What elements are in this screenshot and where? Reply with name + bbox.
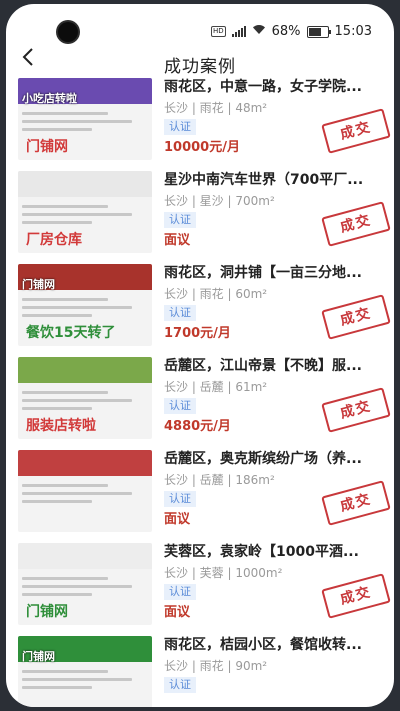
thumbnail-text-line — [22, 577, 108, 580]
thumbnail-text-line — [22, 399, 132, 402]
case-info: 雨花区，桔园小区，餐馆收转... 长沙 | 雨花 | 90m² 认证 — [164, 636, 388, 698]
case-title: 雨花区，中意一路，女子学院... — [164, 79, 362, 95]
thumbnail-banner — [18, 543, 152, 569]
case-item[interactable]: 服装店转啦 岳麓区，江山帝景【不晚】服... 长沙 | 岳麓 | 61m² 认证… — [6, 357, 394, 450]
back-button[interactable] — [18, 46, 42, 70]
verified-badge: 认证 — [164, 212, 196, 228]
case-item[interactable]: 岳麓区，奥克斯缤纷广场（养... 长沙 | 岳麓 | 186m² 认证 面议 成… — [6, 450, 394, 543]
case-title: 岳麓区，江山帝景【不晚】服... — [164, 358, 362, 374]
thumbnail-text-line — [22, 314, 92, 317]
page-title: 成功案例 — [164, 57, 236, 77]
thumbnail-slogan: 餐饮15天转了 — [26, 325, 116, 341]
thumbnail-text-line — [22, 205, 108, 208]
case-thumbnail — [18, 450, 152, 532]
thumbnail-banner — [18, 357, 152, 383]
thumbnail-banner — [18, 450, 152, 476]
screen: HD 68% 15:03 成功案例 小吃店转啦 门铺网 雨花区，中意一路，女子学… — [6, 4, 394, 707]
thumbnail-caption: 门铺网 — [22, 650, 55, 663]
thumbnail-slogan: 门铺网 — [26, 604, 68, 620]
thumbnail-text-line — [22, 221, 92, 224]
thumbnail-slogan: 门铺网 — [26, 139, 68, 155]
case-title: 岳麓区，奥克斯缤纷广场（养... — [164, 451, 362, 467]
verified-badge: 认证 — [164, 305, 196, 321]
thumbnail-text-line — [22, 128, 92, 131]
thumbnail-slogan: 厂房仓库 — [26, 232, 82, 248]
case-title: 星沙中南汽车世界（700平厂... — [164, 172, 364, 188]
case-thumbnail: 门铺网 — [18, 636, 152, 707]
case-thumbnail: 服装店转啦 — [18, 357, 152, 439]
status-bar: HD 68% 15:03 — [6, 4, 394, 42]
case-thumbnail: 厂房仓库 — [18, 171, 152, 253]
thumbnail-text-line — [22, 120, 132, 123]
nav-bar: 成功案例 — [6, 34, 394, 78]
thumbnail-text-line — [22, 298, 108, 301]
thumbnail-text-line — [22, 484, 108, 487]
thumbnail-text-line — [22, 492, 132, 495]
thumbnail-text-line — [22, 686, 92, 689]
thumbnail-text-line — [22, 585, 132, 588]
case-item[interactable]: 厂房仓库 星沙中南汽车世界（700平厂... 长沙 | 星沙 | 700m² 认… — [6, 171, 394, 264]
thumbnail-text-line — [22, 593, 92, 596]
case-location: 长沙 | 雨花 | 48m² — [164, 101, 268, 115]
case-item[interactable]: 门铺网 芙蓉区，袁家岭【1000平酒... 长沙 | 芙蓉 | 1000m² 认… — [6, 543, 394, 636]
case-location: 长沙 | 雨花 | 60m² — [164, 287, 268, 301]
verified-badge: 认证 — [164, 491, 196, 507]
case-location: 长沙 | 岳麓 | 186m² — [164, 473, 275, 487]
thumbnail-text-line — [22, 407, 92, 410]
case-location: 长沙 | 雨花 | 90m² — [164, 659, 268, 673]
case-list[interactable]: 小吃店转啦 门铺网 雨花区，中意一路，女子学院... 长沙 | 雨花 | 48m… — [6, 78, 394, 707]
case-location: 长沙 | 岳麓 | 61m² — [164, 380, 268, 394]
case-thumbnail: 门铺网 餐饮15天转了 — [18, 264, 152, 346]
thumbnail-text-line — [22, 213, 132, 216]
case-thumbnail: 小吃店转啦 门铺网 — [18, 78, 152, 160]
verified-badge: 认证 — [164, 584, 196, 600]
thumbnail-text-line — [22, 306, 132, 309]
thumbnail-text-line — [22, 391, 108, 394]
case-item[interactable]: 门铺网 餐饮15天转了 雨花区，洞井铺【一亩三分地... 长沙 | 雨花 | 6… — [6, 264, 394, 357]
case-location: 长沙 | 芙蓉 | 1000m² — [164, 566, 283, 580]
case-location: 长沙 | 星沙 | 700m² — [164, 194, 275, 208]
verified-badge: 认证 — [164, 677, 196, 693]
chevron-left-icon — [22, 48, 33, 66]
case-item[interactable]: 门铺网 雨花区，桔园小区，餐馆收转... 长沙 | 雨花 | 90m² 认证 — [6, 636, 394, 707]
thumbnail-banner — [18, 171, 152, 197]
case-thumbnail: 门铺网 — [18, 543, 152, 625]
thumbnail-caption: 门铺网 — [22, 278, 55, 291]
case-item[interactable]: 小吃店转啦 门铺网 雨花区，中意一路，女子学院... 长沙 | 雨花 | 48m… — [6, 78, 394, 171]
case-title: 芙蓉区，袁家岭【1000平酒... — [164, 544, 359, 560]
thumbnail-text-line — [22, 678, 132, 681]
verified-badge: 认证 — [164, 398, 196, 414]
thumbnail-text-line — [22, 112, 108, 115]
thumbnail-caption: 小吃店转啦 — [22, 92, 77, 105]
thumbnail-text-line — [22, 670, 108, 673]
thumbnail-text-line — [22, 500, 92, 503]
case-title: 雨花区，桔园小区，餐馆收转... — [164, 637, 362, 653]
verified-badge: 认证 — [164, 119, 196, 135]
thumbnail-slogan: 服装店转啦 — [26, 418, 96, 434]
case-title: 雨花区，洞井铺【一亩三分地... — [164, 265, 362, 281]
